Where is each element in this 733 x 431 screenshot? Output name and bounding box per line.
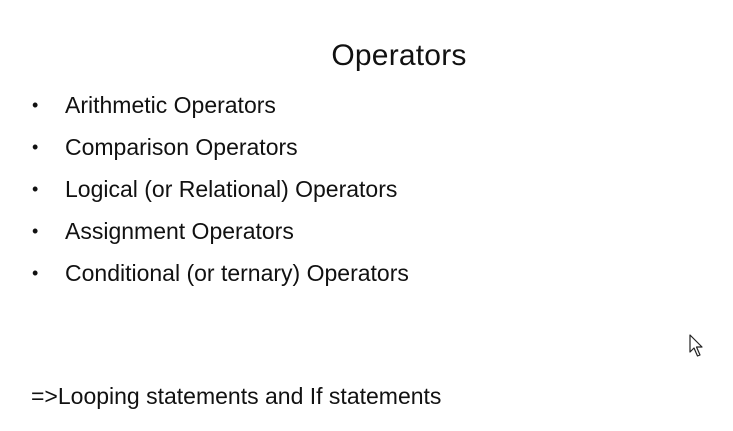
bullet-icon: • [32, 137, 39, 157]
bullet-label: Comparison Operators [65, 134, 298, 160]
bullet-icon: • [32, 179, 39, 199]
list-item: • Conditional (or ternary) Operators [32, 252, 409, 294]
bullet-label: Arithmetic Operators [65, 92, 276, 118]
slide-title: Operators [331, 39, 467, 72]
slide-canvas: Operators • Arithmetic Operators • Compa… [0, 0, 733, 431]
bullet-icon: • [32, 95, 39, 115]
bullet-icon: • [32, 263, 39, 283]
list-item: • Assignment Operators [32, 210, 409, 252]
list-item: • Arithmetic Operators [32, 84, 409, 126]
footer-note: =>Looping statements and If statements [31, 383, 442, 409]
mouse-pointer-icon [689, 334, 703, 357]
list-item: • Logical (or Relational) Operators [32, 168, 409, 210]
bullet-label: Conditional (or ternary) Operators [65, 260, 409, 286]
bullet-label: Logical (or Relational) Operators [65, 176, 398, 202]
operators-bullet-list: • Arithmetic Operators • Comparison Oper… [32, 84, 409, 294]
list-item: • Comparison Operators [32, 126, 409, 168]
bullet-label: Assignment Operators [65, 218, 294, 244]
bullet-icon: • [32, 221, 39, 241]
